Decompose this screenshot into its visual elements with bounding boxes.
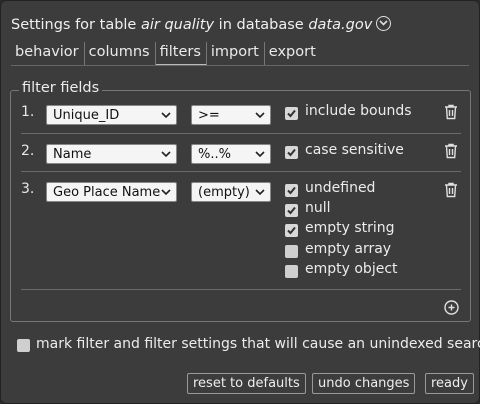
chevron-down-icon — [255, 112, 265, 119]
dialog-title: Settings for table air quality in databa… — [11, 14, 392, 33]
field-select[interactable]: Name — [46, 144, 177, 164]
title-table-name: air quality — [140, 17, 215, 33]
operator-select[interactable]: (empty) — [191, 182, 271, 202]
operator-select-value: (empty) — [198, 185, 250, 200]
row-separator — [21, 133, 461, 134]
null-checkbox[interactable] — [285, 204, 298, 217]
chevron-down-icon — [161, 189, 171, 196]
title-database-name: data.gov — [308, 17, 373, 33]
field-select-value: Geo Place Name — [53, 185, 161, 200]
tab-export[interactable]: export — [265, 42, 321, 65]
tab-bar: behavior columns filters import export — [11, 42, 321, 65]
check-icon — [287, 148, 296, 157]
row-separator — [21, 289, 461, 290]
row-number: 2. — [21, 143, 35, 159]
case-sensitive-label: case sensitive — [305, 142, 404, 158]
empty-array-checkbox[interactable] — [285, 245, 298, 258]
field-select-value: Name — [53, 147, 92, 162]
field-select-value: Unique_ID — [53, 108, 120, 123]
undo-changes-button[interactable]: undo changes — [312, 373, 416, 394]
operator-select[interactable]: >= — [191, 105, 271, 125]
row-number: 1. — [21, 104, 35, 120]
include-bounds-label: include bounds — [305, 103, 412, 119]
reset-to-defaults-button[interactable]: reset to defaults — [187, 373, 306, 394]
title-prefix: Settings for table — [11, 17, 141, 33]
mark-unindexed-label: mark filter and filter settings that wil… — [36, 336, 480, 352]
row-separator — [21, 171, 461, 172]
null-label: null — [305, 200, 331, 216]
chevron-down-icon — [255, 151, 265, 158]
tab-behavior[interactable]: behavior — [11, 42, 85, 65]
tab-import[interactable]: import — [207, 42, 265, 65]
field-select[interactable]: Geo Place Name — [46, 182, 177, 202]
tab-filters[interactable]: filters — [155, 42, 207, 65]
chevron-down-circle-icon[interactable] — [376, 16, 392, 31]
operator-select-value: >= — [198, 108, 220, 123]
empty-object-label: empty object — [305, 261, 398, 277]
chevron-down-icon — [161, 151, 171, 158]
check-icon — [287, 206, 296, 215]
empty-object-checkbox[interactable] — [285, 265, 298, 278]
ready-button[interactable]: ready — [425, 373, 474, 394]
row-number: 3. — [21, 181, 35, 197]
chevron-down-icon — [161, 112, 171, 119]
include-bounds-checkbox[interactable] — [285, 107, 298, 120]
trash-icon[interactable] — [444, 143, 458, 159]
check-icon — [287, 226, 296, 235]
mark-unindexed-checkbox[interactable] — [17, 339, 30, 352]
empty-array-label: empty array — [305, 241, 392, 257]
settings-dialog: Settings for table air quality in databa… — [0, 0, 480, 404]
empty-string-checkbox[interactable] — [285, 224, 298, 237]
title-middle: in database — [214, 17, 309, 33]
operator-select-value: %..% — [198, 147, 231, 162]
plus-circle-icon[interactable] — [444, 300, 459, 315]
tabs-divider — [11, 65, 469, 66]
case-sensitive-checkbox[interactable] — [285, 146, 298, 159]
chevron-down-icon — [255, 189, 265, 196]
tab-columns[interactable]: columns — [85, 42, 156, 65]
undefined-checkbox[interactable] — [285, 184, 298, 197]
filter-fields-legend: filter fields — [19, 80, 103, 96]
operator-select[interactable]: %..% — [191, 144, 271, 164]
trash-icon[interactable] — [444, 104, 458, 120]
check-icon — [287, 109, 296, 118]
empty-string-label: empty string — [305, 220, 395, 236]
undefined-label: undefined — [305, 180, 376, 196]
field-select[interactable]: Unique_ID — [46, 105, 177, 125]
trash-icon[interactable] — [444, 182, 458, 198]
check-icon — [287, 186, 296, 195]
